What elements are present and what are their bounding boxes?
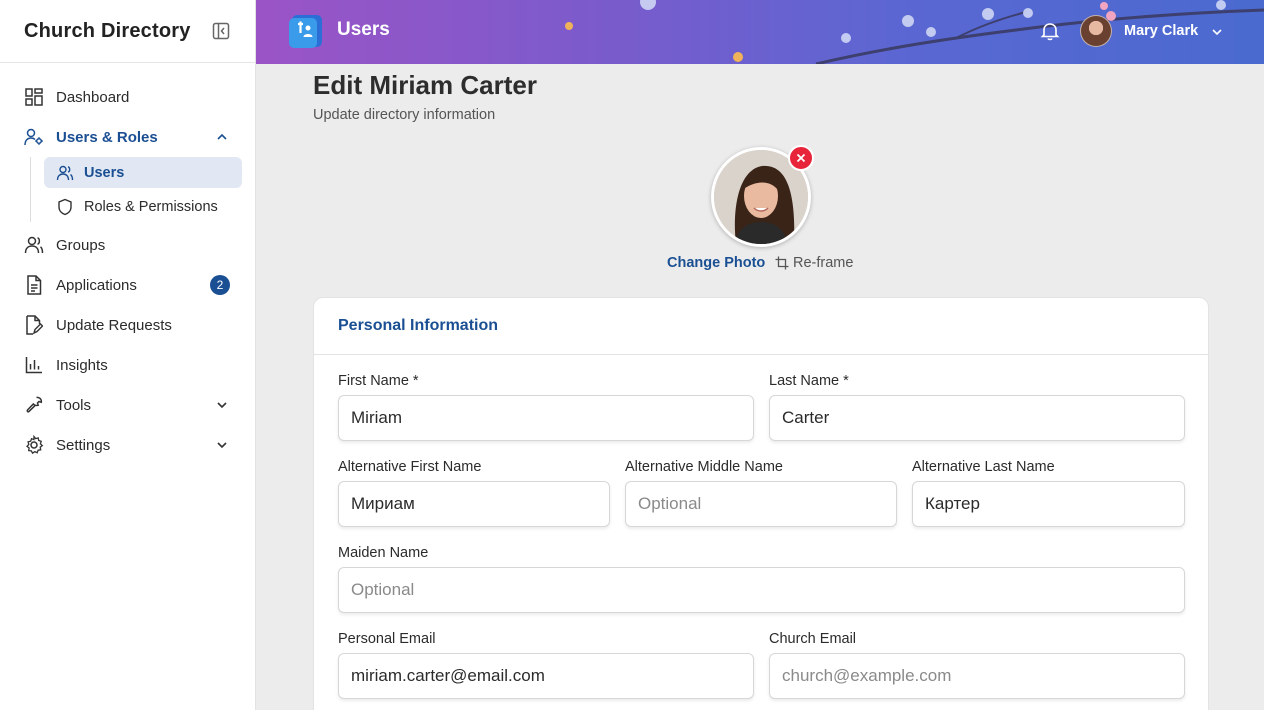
sidebar-item-settings[interactable]: Settings — [0, 425, 255, 465]
notifications-bell-icon[interactable] — [1040, 21, 1060, 41]
sidebar-header: Church Directory — [0, 0, 255, 63]
last-name-label: Last Name * — [769, 373, 849, 389]
wrench-icon — [24, 395, 44, 415]
sidebar-item-users[interactable]: Users — [44, 157, 242, 188]
user-avatar[interactable] — [1080, 15, 1112, 47]
alt-last-name-input[interactable]: Картер — [912, 481, 1185, 527]
page-subtitle: Update directory information — [313, 107, 496, 123]
chevron-up-icon — [217, 133, 227, 140]
page-title: Edit Miriam Carter — [313, 70, 537, 100]
sidebar-item-roles-permissions[interactable]: Roles & Permissions — [44, 191, 242, 222]
sidebar-item-label: Insights — [56, 356, 108, 374]
alt-first-name-label: Alternative First Name — [338, 459, 482, 475]
sidebar-item-users-roles[interactable]: Users & Roles — [0, 117, 255, 157]
personal-email-label: Personal Email — [338, 631, 436, 647]
users-gear-icon — [24, 127, 44, 147]
top-bar: Users Mary Clark — [256, 0, 1264, 64]
sidebar-item-label: Users & Roles — [56, 128, 158, 146]
bar-chart-icon — [24, 355, 44, 375]
sidebar-item-label: Update Requests — [56, 316, 172, 334]
reframe-label: Re-frame — [793, 255, 854, 271]
alt-last-name-label: Alternative Last Name — [912, 459, 1055, 475]
sidebar-item-label: Settings — [56, 436, 111, 454]
groups-icon — [24, 235, 44, 255]
blossom-decoration — [565, 0, 1264, 64]
gear-icon — [24, 435, 44, 455]
last-name-input[interactable]: Carter — [769, 395, 1185, 441]
sidebar-item-label: Tools — [56, 396, 92, 414]
sidebar-item-label: Dashboard — [56, 88, 130, 106]
sidebar: Church Directory Dashboard Users & Roles… — [0, 0, 256, 710]
sidebar-item-label: Groups — [56, 236, 106, 254]
personal-email-input[interactable]: miriam.carter@email.com — [338, 653, 754, 699]
change-photo-link[interactable]: Change Photo — [667, 255, 765, 271]
sidebar-item-insights[interactable]: Insights — [0, 345, 255, 385]
maiden-name-input[interactable]: Optional — [338, 567, 1185, 613]
alt-middle-name-input[interactable]: Optional — [625, 481, 897, 527]
sidebar-item-groups[interactable]: Groups — [0, 225, 255, 265]
sidebar-item-update-requests[interactable]: Update Requests — [0, 305, 255, 345]
church-email-input[interactable]: church@example.com — [769, 653, 1185, 699]
app-logo-icon — [288, 13, 324, 49]
alt-middle-name-label: Alternative Middle Name — [625, 459, 783, 475]
first-name-label: First Name * — [338, 373, 419, 389]
first-name-input[interactable]: Miriam — [338, 395, 754, 441]
chevron-down-icon[interactable] — [1210, 25, 1224, 39]
close-icon — [796, 153, 806, 163]
alt-first-name-input[interactable]: Мириам — [338, 481, 610, 527]
document-icon — [24, 275, 44, 295]
maiden-name-label: Maiden Name — [338, 545, 429, 561]
personal-information-card: Personal Information First Name * Miriam… — [313, 297, 1209, 710]
chevron-down-icon — [217, 442, 227, 449]
app-title: Church Directory — [24, 19, 191, 42]
church-email-label: Church Email — [769, 631, 857, 647]
sidebar-item-dashboard[interactable]: Dashboard — [0, 77, 255, 117]
crop-icon — [775, 256, 789, 270]
sidebar-item-label: Users — [84, 164, 125, 181]
sidebar-item-applications[interactable]: Applications 2 — [0, 265, 255, 305]
page-section-title: Users — [337, 19, 390, 40]
chevron-down-icon — [217, 402, 227, 409]
card-title: Personal Information — [338, 317, 499, 334]
remove-photo-button[interactable] — [788, 145, 814, 171]
dashboard-icon — [24, 87, 44, 107]
document-edit-icon — [24, 315, 44, 335]
user-name[interactable]: Mary Clark — [1124, 23, 1198, 39]
card-header: Personal Information — [314, 298, 1208, 355]
sidebar-item-label: Applications — [56, 276, 137, 294]
reframe-button[interactable]: Re-frame — [775, 255, 853, 271]
sidebar-item-label: Roles & Permissions — [84, 198, 218, 215]
sidebar-nav: Dashboard Users & Roles Users Roles & Pe… — [0, 63, 255, 465]
users-roles-submenu: Users Roles & Permissions — [30, 157, 242, 222]
sidebar-item-tools[interactable]: Tools — [0, 385, 255, 425]
users-icon — [56, 164, 74, 182]
applications-count-badge: 2 — [210, 275, 230, 295]
shield-icon — [56, 198, 74, 216]
collapse-sidebar-icon[interactable] — [211, 21, 231, 41]
